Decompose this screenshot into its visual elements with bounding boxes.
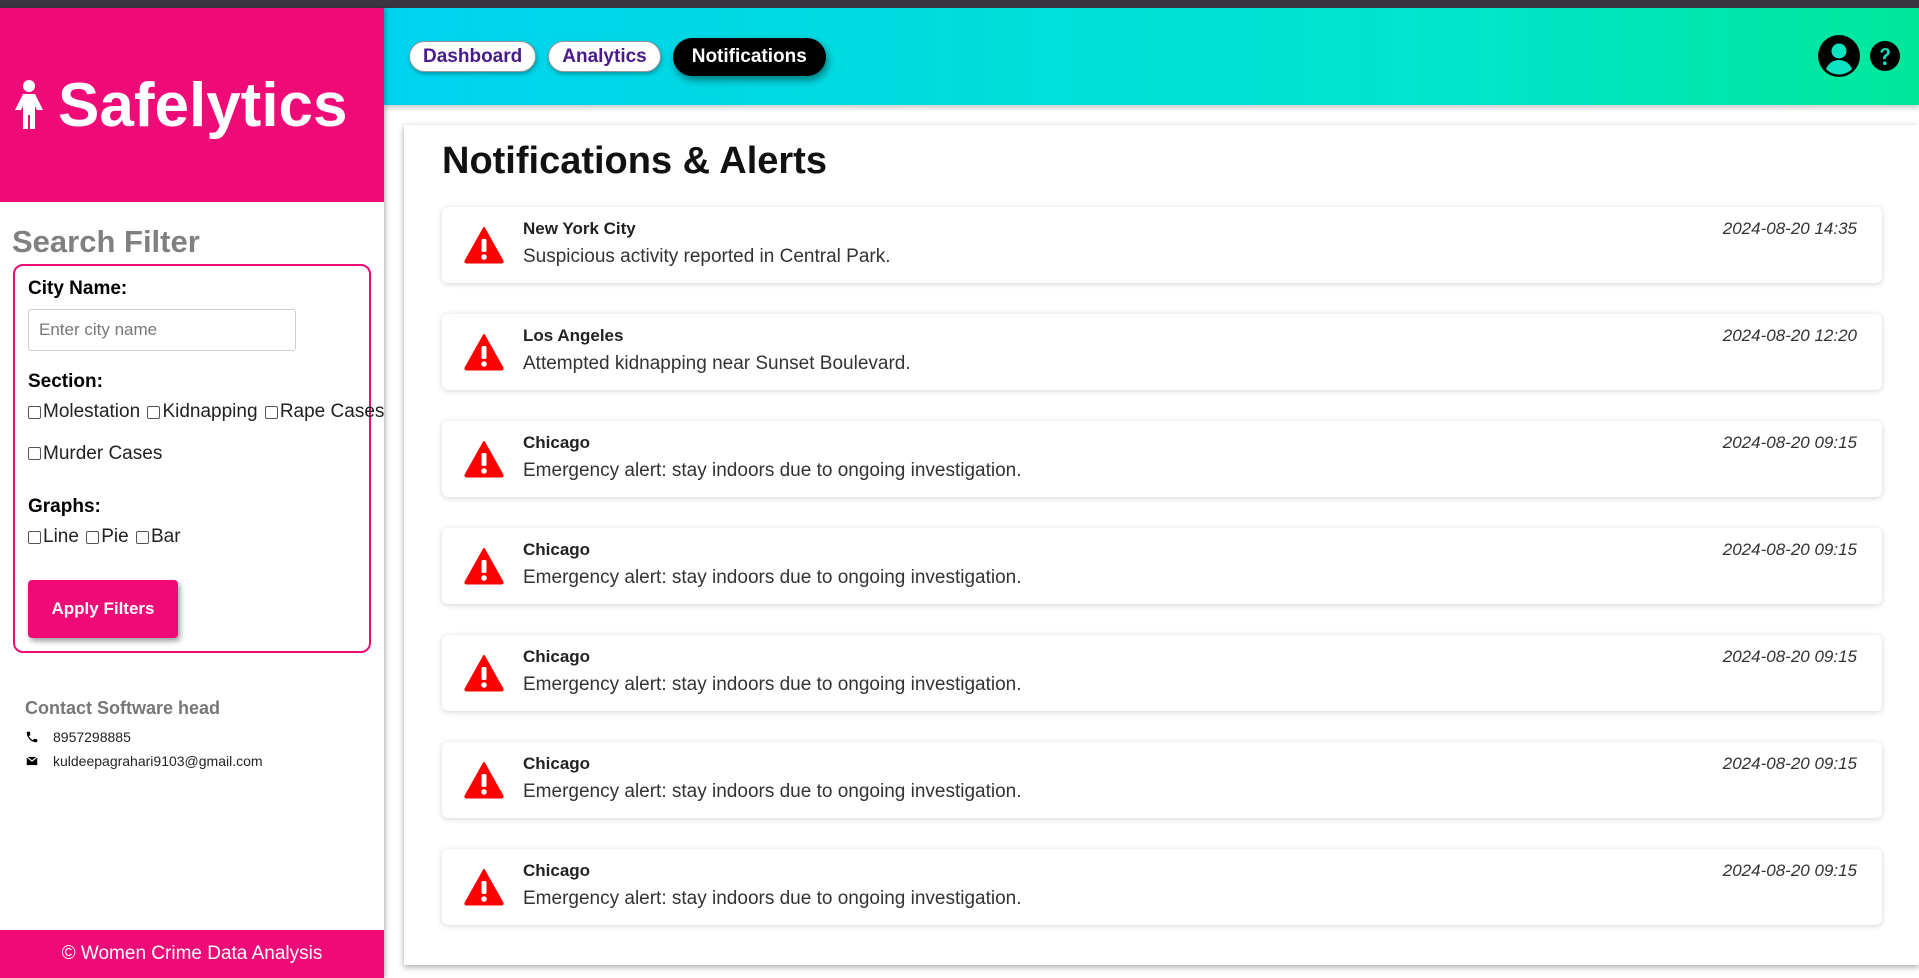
notification-card[interactable]: Chicago Emergency alert: stay indoors due… — [442, 742, 1882, 818]
graphs-label: Graphs: — [28, 496, 101, 517]
brand-name[interactable]: Safelytics — [58, 70, 348, 141]
notification-city: Chicago — [523, 433, 591, 452]
section-label: Section: — [28, 371, 103, 392]
notification-message: Emergency alert: stay indoors due to ong… — [523, 460, 1022, 481]
notification-list: New York City Suspicious activity reporte… — [442, 207, 1919, 925]
tab-dashboard[interactable]: Dashboard — [409, 41, 537, 72]
graph-checkbox-line[interactable]: Line — [28, 526, 79, 548]
woman-icon — [15, 80, 43, 129]
section-checkbox-murder-cases[interactable]: Murder Cases — [28, 443, 162, 465]
city-name-input[interactable] — [28, 309, 296, 351]
contact-phone-text: 8957298885 — [53, 729, 131, 745]
notification-card[interactable]: Chicago Emergency alert: stay indoors due… — [442, 635, 1882, 711]
warning-icon — [464, 334, 504, 371]
contact-email-text[interactable]: kuldeepagrahari9103@gmail.com — [53, 753, 263, 769]
brand-header: Safelytics — [0, 8, 384, 202]
notification-timestamp: 2024-08-20 09:15 — [1722, 861, 1857, 880]
tab-notifications[interactable]: Notifications — [672, 37, 826, 76]
warning-icon — [464, 227, 504, 264]
checkbox-box[interactable] — [135, 530, 149, 544]
top-navbar: Dashboard Analytics Notifications — [384, 8, 1919, 105]
page-title: Notifications & Alerts — [442, 140, 827, 182]
warning-icon — [464, 869, 504, 906]
mail-icon — [26, 756, 38, 766]
checkbox-box[interactable] — [28, 530, 41, 544]
notification-timestamp: 2024-08-20 09:15 — [1722, 433, 1857, 452]
notification-card[interactable]: Chicago Emergency alert: stay indoors due… — [442, 528, 1882, 604]
notification-city: Chicago — [523, 754, 591, 773]
checkbox-box[interactable] — [264, 405, 278, 419]
apply-filters-button[interactable]: Apply Filters — [28, 579, 178, 638]
user-avatar-icon[interactable] — [1817, 34, 1861, 78]
app-window: Safelytics Search Filter City Name: Sect… — [0, 8, 1919, 978]
help-icon[interactable] — [1869, 40, 1901, 72]
sidebar-footer: © Women Crime Data Analysis — [0, 930, 384, 978]
checkbox-label: Murder Cases — [43, 442, 163, 464]
notification-timestamp: 2024-08-20 09:15 — [1722, 647, 1857, 666]
warning-icon — [464, 655, 504, 692]
notification-city: Los Angeles — [523, 326, 624, 345]
checkbox-box[interactable] — [147, 405, 161, 419]
sidebar: Safelytics Search Filter City Name: Sect… — [0, 8, 384, 978]
contact-phone: 8957298885 — [25, 729, 263, 745]
section-checkbox-kidnapping[interactable]: Kidnapping — [147, 401, 258, 423]
city-name-label: City Name: — [28, 278, 128, 299]
checkbox-label: Bar — [150, 526, 181, 547]
notification-city: Chicago — [523, 647, 591, 666]
warning-icon — [464, 548, 504, 585]
notifications-panel: Notifications & Alerts New York City Susp… — [404, 125, 1919, 965]
graph-checkbox-pie[interactable]: Pie — [86, 526, 129, 548]
notification-card[interactable]: Chicago Emergency alert: stay indoors due… — [442, 421, 1882, 497]
notification-message: Emergency alert: stay indoors due to ong… — [523, 674, 1022, 695]
notification-message: Emergency alert: stay indoors due to ong… — [523, 567, 1022, 588]
contact-section: Contact Software head 8957298885 kuldeep… — [25, 698, 263, 769]
graph-checkbox-bar[interactable]: Bar — [135, 526, 181, 548]
notification-message: Attempted kidnapping near Sunset Bouleva… — [523, 353, 911, 374]
notification-city: Chicago — [523, 540, 591, 559]
checkbox-label: Molestation — [43, 401, 141, 422]
notification-message: Emergency alert: stay indoors due to ong… — [523, 781, 1022, 802]
checkbox-label: Pie — [101, 526, 129, 547]
section-checkbox-molestation[interactable]: Molestation — [28, 401, 140, 423]
warning-icon — [464, 762, 504, 799]
notification-timestamp: 2024-08-20 09:15 — [1722, 754, 1857, 773]
section-checkbox-rape-cases[interactable]: Rape Cases — [264, 401, 385, 423]
topbar-icons — [1817, 34, 1901, 78]
notification-timestamp: 2024-08-20 12:20 — [1722, 326, 1857, 345]
checkbox-label: Kidnapping — [162, 401, 258, 422]
checkbox-box[interactable] — [86, 530, 100, 544]
checkbox-box[interactable] — [28, 405, 41, 419]
contact-email: kuldeepagrahari9103@gmail.com — [25, 753, 263, 769]
notification-message: Emergency alert: stay indoors due to ong… — [523, 888, 1022, 909]
checkbox-label: Line — [43, 526, 79, 547]
checkbox-label: Rape Cases — [279, 401, 385, 422]
checkbox-box[interactable] — [28, 447, 41, 460]
notification-card[interactable]: Chicago Emergency alert: stay indoors due… — [442, 849, 1882, 925]
notification-card[interactable]: Los Angeles Attempted kidnapping near Sun… — [442, 314, 1882, 390]
warning-icon — [464, 441, 504, 478]
notification-timestamp: 2024-08-20 14:35 — [1722, 219, 1857, 238]
search-filter-title: Search Filter — [12, 224, 200, 259]
notification-city: New York City — [523, 219, 636, 238]
notification-timestamp: 2024-08-20 09:15 — [1722, 540, 1857, 559]
notification-city: Chicago — [523, 861, 591, 880]
notification-message: Suspicious activity reported in Central … — [523, 246, 891, 267]
contact-title: Contact Software head — [25, 698, 221, 718]
phone-icon — [26, 731, 38, 743]
tab-analytics[interactable]: Analytics — [548, 41, 661, 72]
filter-panel: City Name: Section: Molestation Kidnappi… — [13, 264, 384, 653]
notification-card[interactable]: New York City Suspicious activity reporte… — [442, 207, 1882, 283]
